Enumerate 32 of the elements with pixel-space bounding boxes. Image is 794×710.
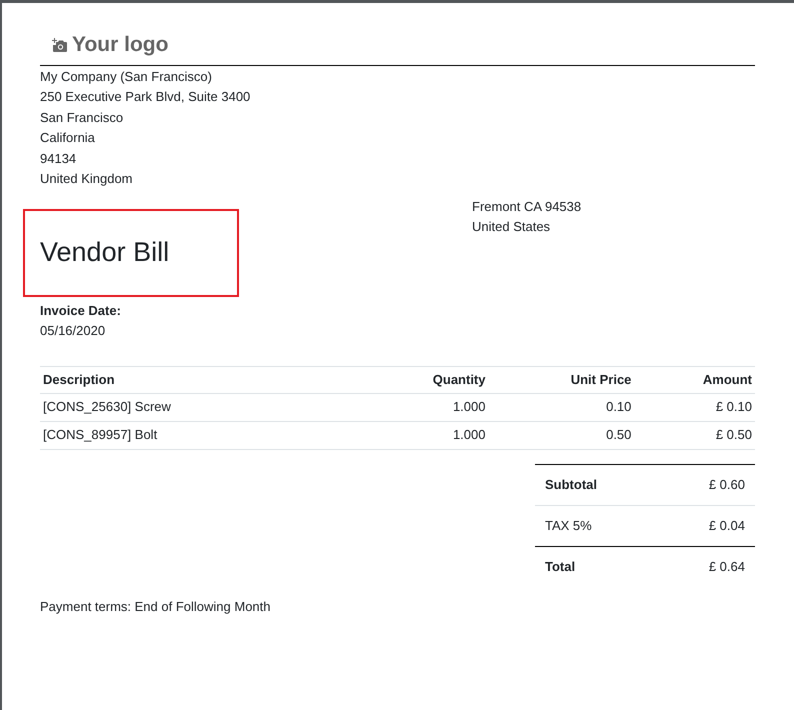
table-cell: [CONS_25630] Screw (40, 393, 360, 421)
table-cell: 0.10 (488, 393, 634, 421)
company-address-line: 94134 (40, 150, 78, 168)
column-header: Description (40, 366, 360, 393)
partner-address-line: Fremont CA 94538 (472, 198, 582, 216)
totals-value: £ 0.04 (708, 516, 745, 535)
camera-icon (50, 36, 68, 53)
company-address-line: United Kingdom (40, 170, 134, 188)
company-address-line: My Company (San Francisco) (40, 68, 213, 86)
invoice-date: 05/16/2020 (40, 322, 106, 340)
totals-value: £ 0.64 (708, 558, 745, 576)
totals-label: Subtotal (545, 476, 597, 494)
company-address-line: 250 Executive Park Blvd, Suite 3400 (40, 88, 252, 106)
logo-text: Your logo (72, 32, 168, 58)
column-header: Quantity (360, 366, 488, 393)
column-header: Unit Price (488, 366, 634, 393)
table-cell: £ 0.50 (634, 421, 755, 449)
partner-address-line: United States (472, 218, 552, 236)
document-title: Vendor Bill (40, 236, 170, 270)
company-address-line: San Francisco (40, 108, 124, 126)
totals-value: £ 0.60 (708, 476, 745, 494)
table-cell: 0.50 (488, 421, 634, 449)
invoice-date-label: Invoice Date: (40, 302, 122, 320)
totals-label: TAX 5% (545, 516, 592, 535)
table-cell: [CONS_89957] Bolt (40, 421, 360, 449)
company-address-line: California (40, 129, 96, 147)
totals-label: Total (545, 558, 576, 576)
table-cell: 1.000 (360, 393, 488, 421)
table-cell: £ 0.10 (634, 393, 755, 421)
payment-terms: Payment terms: End of Following Month (40, 598, 270, 614)
table-cell: 1.000 (360, 421, 488, 449)
column-header: Amount (634, 366, 755, 393)
